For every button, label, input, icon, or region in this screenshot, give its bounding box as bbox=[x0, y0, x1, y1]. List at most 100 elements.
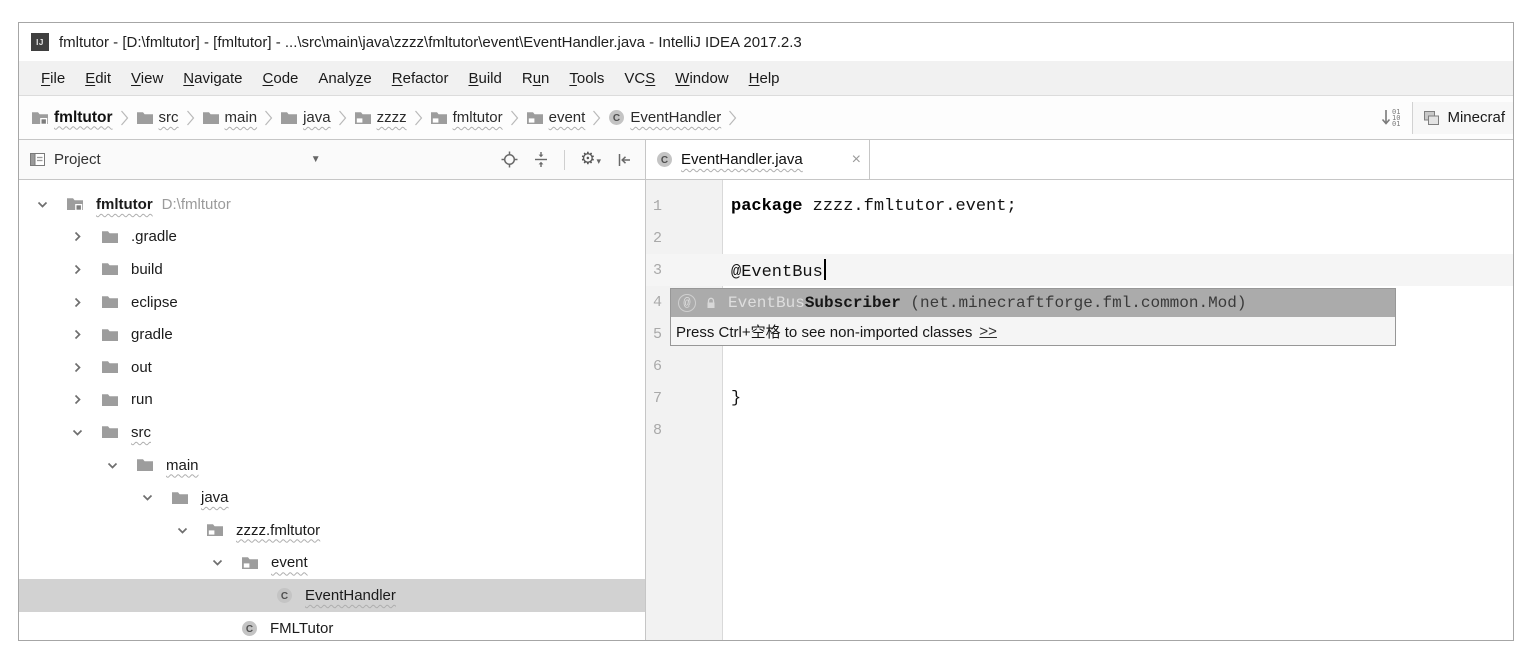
tree-item-main[interactable]: main bbox=[19, 449, 645, 482]
menu-run[interactable]: Run bbox=[512, 70, 560, 87]
project-panel-title: Project bbox=[54, 151, 101, 168]
menu-build[interactable]: Build bbox=[458, 70, 511, 87]
code-line-3[interactable]: 3@EventBus bbox=[646, 254, 1513, 286]
menu-vcs[interactable]: VCS bbox=[614, 70, 665, 87]
code-line-2[interactable]: 2 bbox=[646, 222, 1513, 254]
tree-item-label: build bbox=[131, 261, 163, 278]
folder-icon bbox=[280, 110, 298, 126]
chevron-down-icon[interactable] bbox=[176, 524, 190, 537]
breadcrumb-eventhandler[interactable]: CEventHandler bbox=[608, 109, 721, 126]
tree-item--gradle[interactable]: .gradle bbox=[19, 221, 645, 254]
chevron-right-icon bbox=[264, 110, 273, 126]
hide-panel-icon[interactable] bbox=[616, 152, 633, 168]
menu-tools[interactable]: Tools bbox=[559, 70, 614, 87]
chevron-down-icon[interactable] bbox=[71, 426, 85, 439]
tree-item-label: java bbox=[201, 489, 229, 506]
tree-item-fmltutor[interactable]: CFMLTutor bbox=[19, 612, 645, 640]
sorted-order-icon[interactable]: 011001 bbox=[1381, 109, 1400, 127]
tree-item-eclipse[interactable]: eclipse bbox=[19, 286, 645, 319]
folder-icon bbox=[136, 457, 154, 473]
folder-icon bbox=[101, 359, 119, 375]
folder-icon bbox=[202, 110, 220, 126]
chevron-right-icon bbox=[414, 110, 423, 126]
chevron-down-icon[interactable] bbox=[141, 491, 155, 504]
hint-text: Press Ctrl+空格 to see non-imported classe… bbox=[676, 321, 972, 342]
breadcrumb-src[interactable]: src bbox=[136, 109, 179, 126]
code-line-1[interactable]: 1package zzzz.fmltutor.event; bbox=[646, 190, 1513, 222]
breadcrumb-label: java bbox=[303, 109, 331, 126]
menu-file[interactable]: File bbox=[31, 70, 75, 87]
folder-icon bbox=[101, 294, 119, 310]
menu-refactor[interactable]: Refactor bbox=[382, 70, 459, 87]
completion-match-text: EventBus bbox=[728, 294, 805, 312]
breadcrumb: fmltutor src main java zzzz fmltutor event CEve… bbox=[31, 109, 744, 127]
close-tab-icon[interactable]: × bbox=[852, 152, 861, 168]
code-editor[interactable]: 1package zzzz.fmltutor.event; 2 3@EventBus… bbox=[646, 180, 1513, 640]
hint-more-link[interactable]: >> bbox=[979, 323, 997, 340]
menu-edit[interactable]: Edit bbox=[75, 70, 121, 87]
line-number: 1 bbox=[646, 198, 724, 215]
breadcrumb-main[interactable]: main bbox=[202, 109, 258, 126]
breadcrumb-fmltutor[interactable]: fmltutor bbox=[31, 109, 113, 127]
breadcrumb-fmltutor[interactable]: fmltutor bbox=[430, 109, 503, 126]
screenshot-page: IJ fmltutor - [D:\fmltutor] - [fmltutor]… bbox=[0, 0, 1529, 653]
annotation-icon: @ bbox=[678, 294, 696, 312]
tree-item-zzzz-fmltutor[interactable]: zzzz.fmltutor bbox=[19, 514, 645, 547]
folder-icon bbox=[101, 424, 119, 440]
chevron-right-icon bbox=[510, 110, 519, 126]
chevron-right-icon[interactable] bbox=[71, 328, 85, 341]
tab-eventhandler-java[interactable]: C EventHandler.java × bbox=[646, 140, 870, 179]
chevron-right-icon[interactable] bbox=[71, 230, 85, 243]
breadcrumb-java[interactable]: java bbox=[280, 109, 331, 126]
chevron-down-icon[interactable] bbox=[211, 556, 225, 569]
menu-code[interactable]: Code bbox=[253, 70, 309, 87]
project-view-dropdown-icon[interactable]: ▼ bbox=[311, 154, 321, 165]
tree-item-out[interactable]: out bbox=[19, 351, 645, 384]
tree-item-label: event bbox=[271, 554, 308, 571]
locate-file-icon[interactable] bbox=[501, 151, 518, 168]
tree-item-fmltutor[interactable]: fmltutorD:\fmltutor bbox=[19, 188, 645, 221]
completion-item-selected[interactable]: @ EventBusSubscriber (net.minecraftforge… bbox=[671, 289, 1395, 317]
chevron-down-icon[interactable] bbox=[106, 459, 120, 472]
menu-help[interactable]: Help bbox=[739, 70, 790, 87]
collapse-all-icon[interactable] bbox=[533, 151, 549, 168]
editor-tab-bar: C EventHandler.java × bbox=[646, 140, 1513, 180]
menu-navigate[interactable]: Navigate bbox=[173, 70, 252, 87]
tree-item-gradle[interactable]: gradle bbox=[19, 318, 645, 351]
run-configuration-selector[interactable]: Minecraf bbox=[1412, 102, 1513, 134]
tree-item-label: run bbox=[131, 391, 153, 408]
chevron-right-icon[interactable] bbox=[71, 296, 85, 309]
tree-item-java[interactable]: java bbox=[19, 481, 645, 514]
project-tree: fmltutorD:\fmltutor.gradle build eclipse gr… bbox=[19, 180, 645, 640]
menu-window[interactable]: Window bbox=[665, 70, 738, 87]
code-text: @EventBus bbox=[724, 259, 1513, 282]
code-line-7[interactable]: 7} bbox=[646, 382, 1513, 414]
chevron-right-icon[interactable] bbox=[71, 263, 85, 276]
menu-view[interactable]: View bbox=[121, 70, 173, 87]
tree-item-src[interactable]: src bbox=[19, 416, 645, 449]
breadcrumb-zzzz[interactable]: zzzz bbox=[354, 109, 407, 126]
settings-gear-icon[interactable]: ⚙▾ bbox=[580, 150, 601, 169]
tree-item-eventhandler[interactable]: CEventHandler bbox=[19, 579, 645, 612]
tree-item-path: D:\fmltutor bbox=[162, 196, 231, 213]
sort-digits: 011001 bbox=[1392, 109, 1400, 127]
class-icon: C bbox=[656, 151, 673, 168]
title-bar: IJ fmltutor - [D:\fmltutor] - [fmltutor]… bbox=[19, 23, 1513, 61]
folder-icon bbox=[101, 229, 119, 245]
tree-item-build[interactable]: build bbox=[19, 253, 645, 286]
code-line-8[interactable]: 8 bbox=[646, 414, 1513, 446]
chevron-right-icon bbox=[120, 110, 129, 126]
breadcrumb-event[interactable]: event bbox=[526, 109, 586, 126]
line-number: 2 bbox=[646, 230, 724, 247]
menu-analyze[interactable]: Analyze bbox=[308, 70, 381, 87]
chevron-down-icon[interactable] bbox=[36, 198, 50, 211]
text-caret bbox=[824, 259, 826, 280]
tree-item-label: gradle bbox=[131, 326, 173, 343]
tree-item-label: out bbox=[131, 359, 152, 376]
chevron-right-icon[interactable] bbox=[71, 393, 85, 406]
tree-item-run[interactable]: run bbox=[19, 384, 645, 417]
chevron-right-icon[interactable] bbox=[71, 361, 85, 374]
tree-item-event[interactable]: event bbox=[19, 547, 645, 580]
package-icon bbox=[241, 555, 259, 571]
code-line-6[interactable]: 6 bbox=[646, 350, 1513, 382]
